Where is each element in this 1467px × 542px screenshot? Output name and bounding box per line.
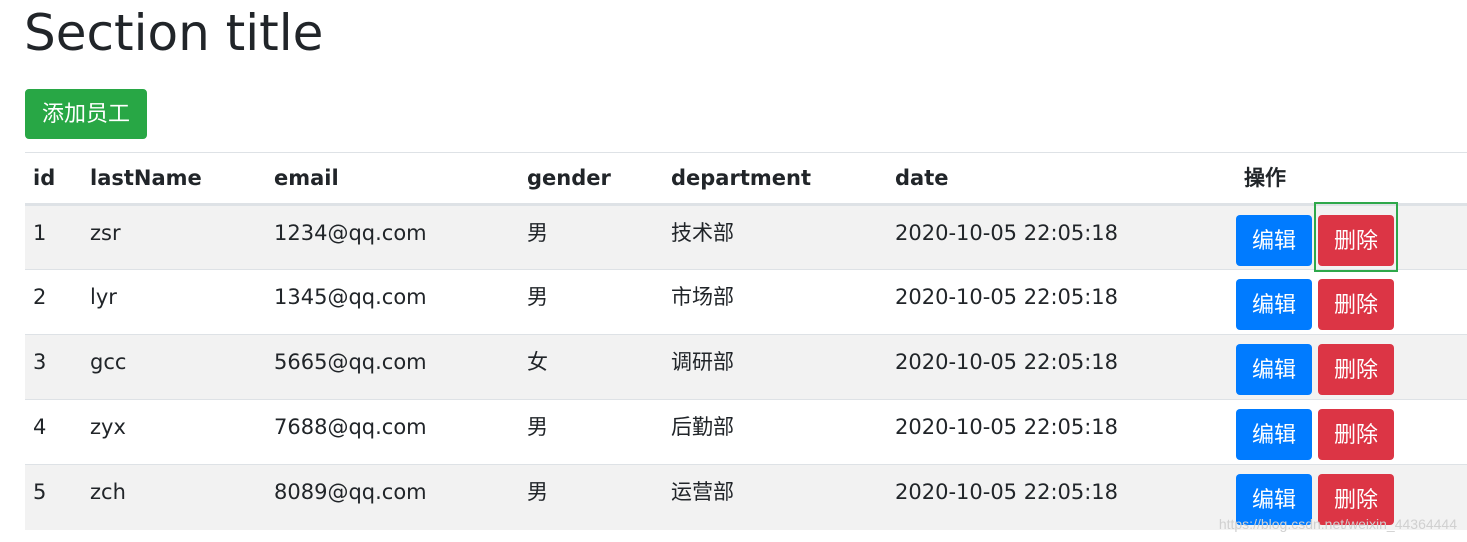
cell-email: 1234@qq.com bbox=[266, 204, 519, 270]
cell-actions: 编辑 删除 bbox=[1236, 202, 1467, 272]
column-header-lastname: lastName bbox=[82, 152, 266, 206]
cell-department: 后勤部 bbox=[663, 399, 887, 465]
cell-gender: 男 bbox=[519, 269, 663, 335]
table-body: 1 zsr 1234@qq.com 男 技术部 2020-10-05 22:05… bbox=[25, 202, 1467, 530]
cell-date: 2020-10-05 22:05:18 bbox=[887, 204, 1236, 270]
cell-lastname: zch bbox=[82, 464, 266, 530]
employee-table: id lastName email gender department date… bbox=[25, 152, 1467, 530]
cell-department: 市场部 bbox=[663, 269, 887, 335]
delete-button[interactable]: 删除 bbox=[1318, 215, 1394, 266]
cell-id: 5 bbox=[25, 464, 82, 530]
cell-gender: 男 bbox=[519, 464, 663, 530]
cell-actions: 编辑 删除 bbox=[1236, 399, 1467, 465]
table-row: 1 zsr 1234@qq.com 男 技术部 2020-10-05 22:05… bbox=[25, 202, 1467, 272]
cell-id: 3 bbox=[25, 334, 82, 400]
cell-gender: 男 bbox=[519, 399, 663, 465]
edit-button[interactable]: 编辑 bbox=[1236, 409, 1312, 460]
cell-email: 7688@qq.com bbox=[266, 399, 519, 465]
cell-department: 运营部 bbox=[663, 464, 887, 530]
add-employee-button[interactable]: 添加员工 bbox=[25, 89, 147, 139]
table-header: id lastName email gender department date… bbox=[25, 152, 1467, 206]
column-header-email: email bbox=[266, 152, 519, 206]
cell-email: 8089@qq.com bbox=[266, 464, 519, 530]
cell-department: 调研部 bbox=[663, 334, 887, 400]
column-header-id: id bbox=[25, 152, 82, 206]
table-row: 2 lyr 1345@qq.com 男 市场部 2020-10-05 22:05… bbox=[25, 269, 1467, 335]
cell-date: 2020-10-05 22:05:18 bbox=[887, 464, 1236, 530]
edit-button[interactable]: 编辑 bbox=[1236, 215, 1312, 266]
cell-lastname: gcc bbox=[82, 334, 266, 400]
cell-actions: 编辑 删除 bbox=[1236, 334, 1467, 400]
cell-date: 2020-10-05 22:05:18 bbox=[887, 399, 1236, 465]
column-header-date: date bbox=[887, 152, 1236, 206]
employee-table-container: id lastName email gender department date… bbox=[25, 152, 1467, 530]
column-header-actions: 操作 bbox=[1236, 152, 1467, 206]
column-header-department: department bbox=[663, 152, 887, 206]
table-row: 3 gcc 5665@qq.com 女 调研部 2020-10-05 22:05… bbox=[25, 334, 1467, 400]
cell-actions: 编辑 删除 bbox=[1236, 269, 1467, 335]
edit-button[interactable]: 编辑 bbox=[1236, 279, 1312, 330]
cell-lastname: lyr bbox=[82, 269, 266, 335]
watermark-text: https://blog.csdn.net/weixin_44364444 bbox=[1218, 516, 1457, 532]
page-title: Section title bbox=[24, 4, 324, 62]
cell-id: 1 bbox=[25, 204, 82, 270]
cell-lastname: zsr bbox=[82, 204, 266, 270]
cell-email: 1345@qq.com bbox=[266, 269, 519, 335]
cell-id: 2 bbox=[25, 269, 82, 335]
cell-department: 技术部 bbox=[663, 204, 887, 270]
cell-email: 5665@qq.com bbox=[266, 334, 519, 400]
table-row: 4 zyx 7688@qq.com 男 后勤部 2020-10-05 22:05… bbox=[25, 399, 1467, 465]
cell-lastname: zyx bbox=[82, 399, 266, 465]
cell-date: 2020-10-05 22:05:18 bbox=[887, 334, 1236, 400]
delete-button[interactable]: 删除 bbox=[1318, 279, 1394, 330]
header-row: id lastName email gender department date… bbox=[25, 152, 1467, 206]
cell-date: 2020-10-05 22:05:18 bbox=[887, 269, 1236, 335]
delete-button[interactable]: 删除 bbox=[1318, 409, 1394, 460]
cell-id: 4 bbox=[25, 399, 82, 465]
page: Section title 添加员工 id lastName email gen… bbox=[0, 0, 1467, 542]
cell-gender: 男 bbox=[519, 204, 663, 270]
delete-button[interactable]: 删除 bbox=[1318, 344, 1394, 395]
edit-button[interactable]: 编辑 bbox=[1236, 344, 1312, 395]
cell-gender: 女 bbox=[519, 334, 663, 400]
column-header-gender: gender bbox=[519, 152, 663, 206]
